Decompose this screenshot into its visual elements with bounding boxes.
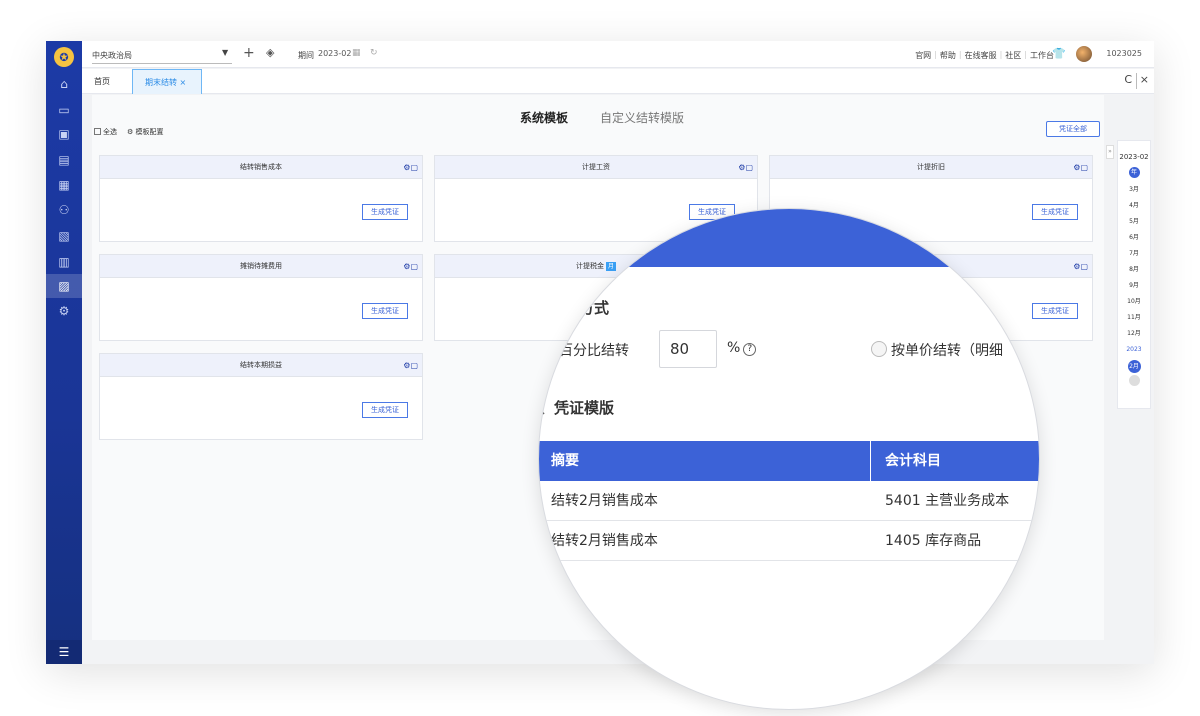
ledger-icon[interactable]: ▣ xyxy=(46,122,82,146)
avatar[interactable] xyxy=(1076,46,1092,62)
link-help[interactable]: 帮助 xyxy=(940,50,956,61)
menu-collapse-icon[interactable]: ☰ xyxy=(46,640,82,664)
card-profit-loss: 结转本期损益 ⚙▢ 生成凭证 xyxy=(99,353,423,440)
link-community[interactable]: 社区 xyxy=(1005,50,1021,61)
unit-price-radio[interactable] xyxy=(871,341,887,357)
card-amortization: 摊销待摊费用 ⚙▢ 生成凭证 xyxy=(99,254,423,341)
gear-icon[interactable]: ⚙▢ xyxy=(738,156,753,179)
gear-icon[interactable]: ⚙▢ xyxy=(403,255,418,278)
gear-icon[interactable]: ⚙▢ xyxy=(403,156,418,179)
period-picker[interactable]: 2023-02 xyxy=(318,49,351,58)
calendar-icon[interactable]: ▦ xyxy=(352,48,361,58)
section-method-title: 方式 xyxy=(579,299,610,317)
cell-account: 1405 库存商品 xyxy=(885,533,982,549)
top-bar: 中央政治局 ▼ + ◈ 期间 2023-02 ▦ ↻ 官网 | 帮助 | 在线客服 |… xyxy=(82,41,1154,68)
month-item[interactable]: 12月 xyxy=(1118,326,1150,342)
table-row[interactable]: 结转2月销售成本 1405 库存商品 xyxy=(539,521,1039,561)
add-icon[interactable]: + xyxy=(243,45,255,61)
year-tag: 2023 xyxy=(1126,346,1142,353)
invoice-icon[interactable]: ▦ xyxy=(46,173,82,197)
card-title: 结转本期损益 xyxy=(240,361,282,369)
template-tabs: 系统模板 自定义结转模版 xyxy=(520,109,684,126)
month-item[interactable]: 8月 xyxy=(1118,262,1150,278)
cashier-icon[interactable]: ⚇ xyxy=(46,198,82,222)
year-icon[interactable]: 年 xyxy=(1128,167,1140,178)
month-item[interactable]: 9月 xyxy=(1118,278,1150,294)
tabs-row: 首页 期末结转 × C × xyxy=(82,69,1154,94)
percentage-input[interactable]: 80 xyxy=(659,330,717,368)
tab-home[interactable]: 首页 xyxy=(82,69,122,94)
table-row[interactable]: 结转2月销售成本 5401 主营业务成本 xyxy=(539,481,1039,521)
settings-icon[interactable]: ⚙ xyxy=(46,299,82,323)
month-item[interactable]: 3月 xyxy=(1118,182,1150,198)
month-item[interactable]: 4月 xyxy=(1118,198,1150,214)
column-header-account: 会计科目 xyxy=(871,441,1039,481)
report-icon[interactable]: ▤ xyxy=(46,148,82,172)
sidebar: ✪ ⌂ ▭ ▣ ▤ ▦ ⚇ ▧ ▥ ▨ ⚙ ☰ xyxy=(46,41,82,664)
tab-period-end[interactable]: 期末结转 × xyxy=(132,69,202,94)
generate-voucher-button[interactable]: 生成凭证 xyxy=(362,303,408,319)
options: 全选 ⚙ 模板配置 xyxy=(94,127,164,137)
layers-icon[interactable]: ◈ xyxy=(266,46,274,59)
disabled-month-icon xyxy=(1128,375,1140,386)
top-links: 官网 | 帮助 | 在线客服 | 社区 | 工作台 xyxy=(915,50,1054,61)
card-cost-transfer: 结转销售成本 ⚙▢ 生成凭证 xyxy=(99,155,423,242)
skin-icon[interactable]: 👕 xyxy=(1052,47,1066,60)
month-item[interactable]: 6月 xyxy=(1118,230,1150,246)
percent-label: %? xyxy=(727,340,757,356)
tab-system-template[interactable]: 系统模板 xyxy=(520,109,568,126)
link-support[interactable]: 在线客服 xyxy=(965,50,997,61)
period-calendar: 2023-02 年 3月 4月 5月 6月 7月 8月 9月 10月 11月 1… xyxy=(1117,140,1151,409)
gear-icon[interactable]: ⚙▢ xyxy=(1073,255,1088,278)
card-title: 结转销售成本 xyxy=(240,163,282,171)
user-id[interactable]: 1023025 xyxy=(1106,49,1142,58)
divider xyxy=(1136,73,1137,89)
column-header-summary: 摘要 xyxy=(539,441,870,481)
month-item[interactable]: 10月 xyxy=(1118,294,1150,310)
help-icon[interactable]: ? xyxy=(743,343,757,356)
app-logo-icon: ✪ xyxy=(54,47,74,67)
generate-voucher-button[interactable]: 生成凭证 xyxy=(362,402,408,418)
section-voucher-template-title: 、凭证模版 xyxy=(539,399,615,417)
home-icon[interactable]: ⌂ xyxy=(46,72,82,96)
link-workbench[interactable]: 工作台 xyxy=(1030,50,1054,61)
link-website[interactable]: 官网 xyxy=(915,50,931,61)
current-month[interactable]: 2月 xyxy=(1127,360,1141,373)
company-select[interactable]: 中央政治局 xyxy=(92,50,232,64)
unit-price-option-label[interactable]: 按单价结转（明细 xyxy=(891,340,1003,360)
percentage-option-label[interactable]: 百分比结转 xyxy=(559,340,629,360)
magnifier-header-band xyxy=(539,209,1039,267)
cell-summary: 结转2月销售成本 xyxy=(551,533,658,549)
gear-icon[interactable]: ⚙▢ xyxy=(403,354,418,377)
close-icon[interactable]: × xyxy=(1140,73,1149,86)
month-item[interactable]: 7月 xyxy=(1118,246,1150,262)
tax-icon[interactable]: ▥ xyxy=(46,250,82,274)
period-label: 期间 xyxy=(298,51,314,60)
month-item[interactable]: 11月 xyxy=(1118,310,1150,326)
calendar-year: 2023-02 xyxy=(1119,153,1149,161)
generate-voucher-button[interactable]: 生成凭证 xyxy=(1032,303,1078,319)
period-end-icon[interactable]: ▨ xyxy=(46,274,82,298)
generate-all-button[interactable]: 凭证全部 xyxy=(1046,121,1100,137)
tab-custom-template[interactable]: 自定义结转模版 xyxy=(600,109,684,126)
calendar-toggle-icon[interactable]: » xyxy=(1106,145,1114,159)
month-item[interactable]: 5月 xyxy=(1118,214,1150,230)
gear-icon[interactable]: ⚙▢ xyxy=(1073,156,1088,179)
chevron-down-icon[interactable]: ▼ xyxy=(222,48,228,57)
card-title: 计提折旧 xyxy=(917,163,945,171)
reload-icon[interactable]: C xyxy=(1124,73,1132,86)
card-title: 计提工资 xyxy=(582,163,610,171)
magnifier-callout: 方式 百分比结转 80 %? 按单价结转（明细 、凭证模版 摘要 会计科目 结转… xyxy=(538,208,1040,710)
refresh-icon[interactable]: ↻ xyxy=(370,48,378,58)
generate-voucher-button[interactable]: 生成凭证 xyxy=(362,204,408,220)
assets-icon[interactable]: ▧ xyxy=(46,224,82,248)
card-title: 摊销待摊费用 xyxy=(240,262,282,270)
cell-summary: 结转2月销售成本 xyxy=(551,493,658,509)
cell-account: 5401 主营业务成本 xyxy=(885,493,1010,509)
select-all-checkbox[interactable]: 全选 xyxy=(94,127,117,137)
voucher-icon[interactable]: ▭ xyxy=(46,98,82,122)
template-config-link[interactable]: ⚙ 模板配置 xyxy=(127,127,164,137)
